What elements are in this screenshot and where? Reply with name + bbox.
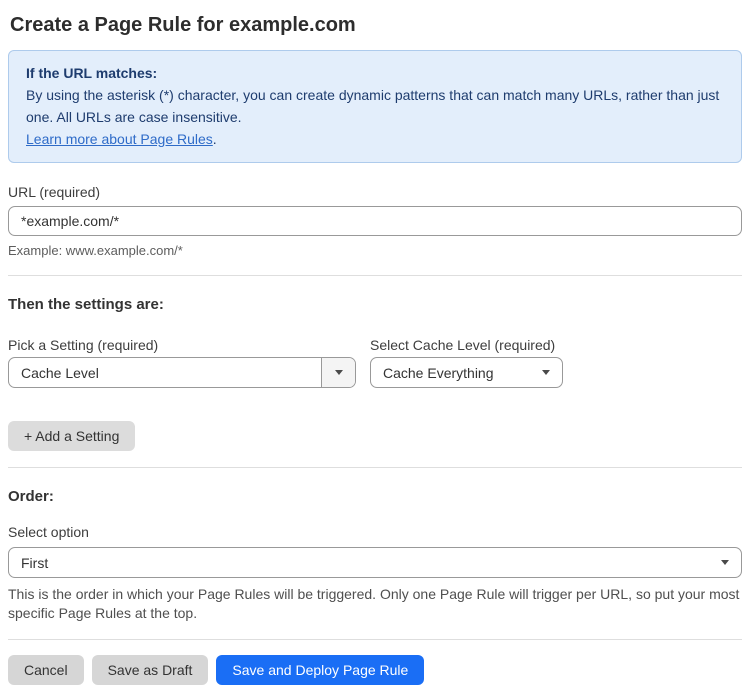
learn-more-link[interactable]: Learn more about Page Rules [26, 131, 213, 147]
chevron-down-icon [542, 370, 550, 375]
order-section-heading: Order: [8, 488, 54, 505]
order-dropdown[interactable]: First [8, 547, 742, 578]
order-helper-text: This is the order in which your Page Rul… [8, 586, 740, 621]
cache-level-picker-column: Select Cache Level (required) Cache Ever… [370, 314, 563, 388]
save-as-draft-button[interactable]: Save as Draft [91, 655, 209, 685]
settings-pickers-row: Pick a Setting (required) Cache Level Se… [8, 314, 742, 388]
save-and-deploy-button[interactable]: Save and Deploy Page Rule [216, 655, 425, 685]
url-example-helper: Example: www.example.com/* [8, 243, 183, 258]
order-value: First [21, 554, 49, 571]
info-box-link-row: Learn more about Page Rules. [26, 128, 724, 150]
divider-after-settings [8, 467, 742, 468]
cache-level-value: Cache Everything [383, 364, 494, 381]
cache-level-arrow [542, 358, 562, 387]
chevron-down-icon [721, 560, 729, 565]
order-arrow [721, 548, 741, 577]
url-match-info-box: If the URL matches: By using the asteris… [8, 50, 742, 163]
divider-before-actions [8, 639, 742, 640]
cache-level-dropdown[interactable]: Cache Everything [370, 357, 563, 388]
url-input[interactable] [8, 206, 742, 236]
info-box-heading: If the URL matches: [26, 65, 158, 81]
setting-picker-arrow-section[interactable] [321, 358, 355, 387]
link-suffix: . [212, 131, 217, 147]
divider-after-url [8, 275, 742, 276]
chevron-down-icon [334, 370, 343, 375]
settings-section-heading: Then the settings are: [8, 296, 164, 313]
page-title: Create a Page Rule for example.com [10, 14, 356, 36]
setting-picker-column: Pick a Setting (required) Cache Level [8, 314, 356, 388]
setting-picker-value: Cache Level [21, 364, 99, 381]
cancel-button[interactable]: Cancel [8, 655, 84, 685]
setting-picker-dropdown[interactable]: Cache Level [8, 357, 356, 388]
order-select-label: Select option [8, 524, 89, 540]
info-box-body: By using the asterisk (*) character, you… [26, 87, 720, 125]
cache-level-label: Select Cache Level (required) [370, 337, 556, 353]
setting-picker-label: Pick a Setting (required) [8, 337, 159, 353]
add-setting-button[interactable]: + Add a Setting [8, 421, 136, 451]
actions-row: Cancel Save as Draft Save and Deploy Pag… [8, 655, 742, 685]
url-label: URL (required) [8, 184, 101, 200]
